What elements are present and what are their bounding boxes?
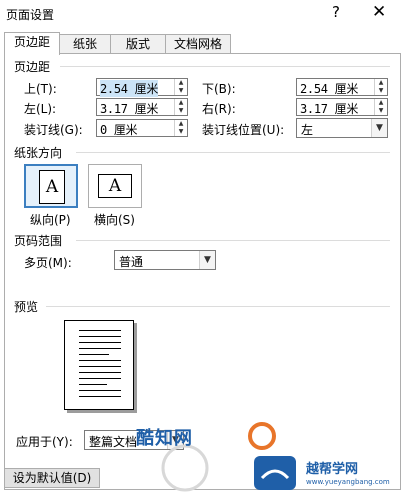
preview-text-line [79,372,121,373]
bottom-margin-spinner[interactable]: 2.54 厘米 ▲ ▼ [296,78,388,96]
preview-text-line [79,330,121,331]
bottom-margin-label: 下(B): [202,82,236,96]
multiple-pages-label: 多页(M): [24,256,72,270]
multiple-pages-select[interactable]: 普通 ▼ [114,250,216,270]
spin-down-icon[interactable]: ▼ [175,107,187,115]
spin-down-icon[interactable]: ▼ [375,107,387,115]
preview-text-line [79,378,121,379]
left-margin-spinner[interactable]: 3.17 厘米 ▲ ▼ [96,98,188,116]
help-button[interactable]: ? [332,3,340,21]
pages-section-title: 页码范围 [14,232,67,249]
left-margin-value[interactable]: 3.17 厘米 [100,100,158,117]
bottom-margin-value[interactable]: 2.54 厘米 [300,80,358,97]
left-margin-label: 左(L): [24,102,57,116]
preview-section-title: 预览 [14,298,43,315]
preview-text-line [79,348,121,349]
gutter-position-value[interactable]: 左 [301,121,313,138]
watermark-text-1: 酷知网 [136,428,193,449]
set-default-button[interactable]: 设为默认值(D) [4,468,100,488]
right-margin-spinner[interactable]: 3.17 厘米 ▲ ▼ [296,98,388,116]
preview-text-line [79,390,121,391]
margins-section-title: 页边距 [14,58,55,75]
right-margin-value[interactable]: 3.17 厘米 [300,100,358,117]
right-margin-label: 右(R): [202,102,236,116]
landscape-label: 横向(S) [94,213,135,227]
chevron-down-icon[interactable]: ▼ [371,119,387,137]
preview-text-line [79,384,107,385]
margins-divider [60,66,390,67]
preview-text-line [79,396,121,397]
gutter-arrows[interactable]: ▲ ▼ [174,120,187,136]
orientation-divider [76,152,390,153]
close-button[interactable]: ✕ [372,2,386,22]
multiple-pages-value[interactable]: 普通 [119,253,143,270]
right-margin-arrows[interactable]: ▲ ▼ [374,99,387,115]
top-margin-arrows[interactable]: ▲ ▼ [174,79,187,95]
preview-divider [46,306,390,307]
tab-margins[interactable]: 页边距 [4,32,60,55]
tab-paper[interactable]: 纸张 [59,34,111,54]
preview-text-line [79,336,121,337]
left-margin-arrows[interactable]: ▲ ▼ [174,99,187,115]
apply-to-label: 应用于(Y): [16,435,73,449]
spin-up-icon[interactable]: ▲ [175,120,187,128]
preview-text-line [79,360,121,361]
preview-text-line [79,366,121,367]
spin-up-icon[interactable]: ▲ [175,99,187,107]
orientation-section-title: 纸张方向 [14,144,67,161]
spin-down-icon[interactable]: ▼ [175,128,187,136]
spin-up-icon[interactable]: ▲ [375,79,387,87]
spin-down-icon[interactable]: ▼ [175,87,187,95]
top-margin-label: 上(T): [24,82,57,96]
landscape-page-icon: A [98,174,132,198]
chevron-down-icon[interactable]: ▼ [199,251,215,269]
portrait-label: 纵向(P) [30,213,71,227]
watermark-text-2: 越帮学网 [306,462,359,477]
landscape-button[interactable]: A [88,164,142,208]
gutter-position-select[interactable]: 左 ▼ [296,118,388,138]
preview-text-line [79,342,121,343]
portrait-button[interactable]: A [24,164,78,208]
gutter-value[interactable]: 0 厘米 [100,121,138,138]
bottom-margin-arrows[interactable]: ▲ ▼ [374,79,387,95]
tab-layout[interactable]: 版式 [110,34,166,54]
top-margin-value[interactable]: 2.54 厘米 [100,80,158,97]
portrait-page-icon: A [39,170,65,204]
title-bar: 页面设置 ? ✕ [0,0,405,28]
gutter-label: 装订线(G): [24,123,83,137]
watermark-url: www.yueyangbang.com [306,478,390,486]
spin-up-icon[interactable]: ▲ [375,99,387,107]
preview-text-line [79,354,109,355]
preview-page [64,320,134,410]
dialog-title: 页面设置 [6,8,55,22]
top-margin-spinner[interactable]: 2.54 厘米 ▲ ▼ [96,78,188,97]
apply-to-value[interactable]: 整篇文档 [89,433,137,450]
gutter-spinner[interactable]: 0 厘米 ▲ ▼ [96,119,188,137]
spin-up-icon[interactable]: ▲ [175,79,187,87]
spin-down-icon[interactable]: ▼ [375,87,387,95]
gutter-position-label: 装订线位置(U): [202,123,285,137]
tab-strip: 页边距 纸张 版式 文档网格 [4,32,401,55]
pages-divider [76,240,390,241]
tab-doc-grid[interactable]: 文档网格 [165,34,231,54]
